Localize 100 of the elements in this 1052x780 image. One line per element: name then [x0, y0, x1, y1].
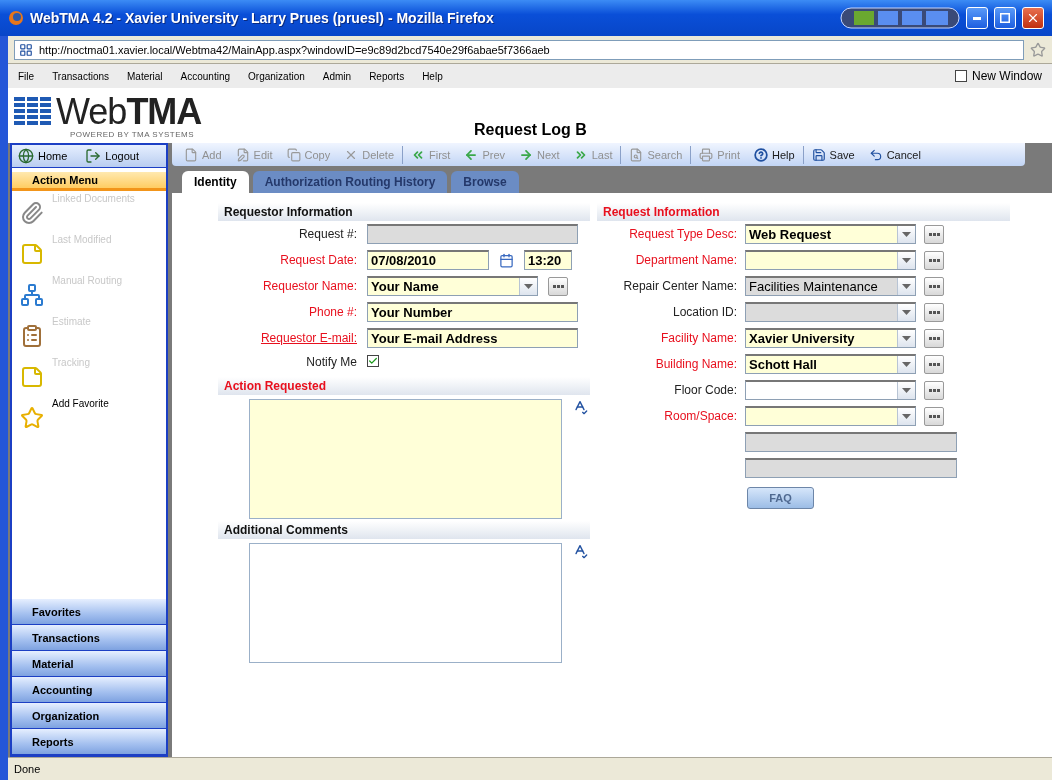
menu-item[interactable]: Material	[127, 70, 163, 82]
dropdown-field[interactable]: Schott Hall	[745, 354, 916, 374]
ellipsis-icon	[928, 388, 940, 392]
toolbar-button[interactable]: Cancel	[862, 147, 927, 162]
nav-link[interactable]: Home	[18, 148, 68, 164]
sidebar-section-button[interactable]: Reports	[12, 729, 166, 755]
star-icon	[20, 406, 44, 430]
ellipsis-icon	[928, 310, 940, 314]
sidebar-section-button[interactable]: Favorites	[12, 599, 166, 625]
status-bar: Done	[8, 757, 1052, 780]
sidebar-section-button[interactable]: Organization	[12, 703, 166, 729]
lookup-button[interactable]	[924, 276, 944, 296]
lookup-button[interactable]	[924, 250, 944, 270]
dropdown-arrow-icon[interactable]	[902, 336, 911, 341]
dropdown-arrow-icon[interactable]	[524, 284, 533, 289]
dropdown-field[interactable]	[745, 406, 916, 426]
menu-item[interactable]: Accounting	[180, 70, 231, 82]
time-field[interactable]: 13:20	[524, 250, 572, 270]
dropdown-field[interactable]: Your Name	[367, 276, 538, 296]
tab[interactable]: Identity	[182, 171, 249, 193]
page-title: Request Log B	[474, 121, 587, 139]
lookup-button[interactable]	[924, 302, 944, 322]
ellipsis-icon	[928, 258, 940, 262]
left-arrow-icon	[464, 147, 479, 162]
action-menu-header: Action Menu	[12, 172, 166, 191]
checkbox[interactable]	[367, 355, 379, 367]
field-link[interactable]: Requestor E-mail:	[218, 331, 357, 345]
field-label: Request Date:	[279, 253, 357, 267]
field-label: Requestor Name:	[261, 279, 357, 293]
field-label: Room/Space:	[663, 409, 737, 423]
input-field[interactable]: Your E-mail Address	[367, 328, 578, 348]
menu-item[interactable]: Help	[422, 70, 443, 82]
menu-item[interactable]: Admin	[322, 70, 352, 82]
dropdown-arrow-icon[interactable]	[902, 232, 911, 237]
dropdown-field[interactable]	[745, 250, 916, 270]
dropdown-arrow-icon[interactable]	[902, 362, 911, 367]
field-label: Location ID:	[671, 305, 737, 319]
dropdown-arrow-icon[interactable]	[902, 258, 911, 263]
dropdown-field[interactable]: Web Request	[745, 224, 916, 244]
toolbar-button[interactable]: Save	[805, 147, 861, 162]
field-label: Request #:	[297, 227, 357, 241]
pencil-page-icon	[235, 147, 250, 162]
right-arrow-icon	[519, 147, 534, 162]
minimize-button[interactable]	[966, 7, 988, 29]
section-header: Additional Comments	[218, 521, 590, 539]
sidebar-section-button[interactable]: Transactions	[12, 625, 166, 651]
menu-item[interactable]: Reports	[369, 70, 405, 82]
lookup-button[interactable]	[924, 354, 944, 374]
field-label: Notify Me	[305, 355, 357, 369]
undo-icon	[868, 147, 883, 162]
new-window-checkbox[interactable]	[954, 70, 967, 82]
lookup-button[interactable]	[924, 328, 944, 348]
action-menu-item[interactable]: Add Favorite	[12, 396, 166, 437]
faq-button[interactable]: FAQ	[747, 487, 814, 509]
lookup-button[interactable]	[548, 276, 568, 296]
network-icon	[20, 283, 44, 307]
address-field[interactable]: http://noctma01.xavier.local/Webtma42/MainApp.aspx?windowID=e9c89d2bcd7540e29f6abae5f7366aeb	[14, 39, 1024, 60]
ellipsis-icon	[928, 362, 940, 366]
checkbox-label: New Window	[971, 69, 1042, 83]
section-header: Requestor Information	[218, 203, 590, 221]
dropdown-arrow-icon[interactable]	[902, 388, 911, 393]
note-icon	[20, 242, 44, 266]
sidebar-section-button[interactable]: Accounting	[12, 677, 166, 703]
lookup-button[interactable]	[924, 224, 944, 244]
menu-item[interactable]: File	[18, 70, 35, 82]
bookmark-star-icon[interactable]	[1030, 41, 1046, 58]
field-label: Request Type Desc:	[628, 227, 737, 241]
maximize-button[interactable]	[994, 7, 1016, 29]
clipboard-icon	[20, 324, 44, 348]
ellipsis-icon	[928, 284, 940, 288]
section-header: Action Requested	[218, 377, 590, 395]
close-button[interactable]	[1022, 7, 1044, 29]
copy-icon	[286, 147, 301, 162]
lookup-button[interactable]	[924, 380, 944, 400]
window-title: WebTMA 4.2 - Xavier University - Larry Prues (pruesl) - Mozilla Firefox	[30, 10, 495, 26]
globe-icon	[18, 148, 34, 164]
logo-mark-icon	[14, 97, 52, 127]
sidebar-section-button[interactable]: Material	[12, 651, 166, 677]
dropdown-field[interactable]: Xavier University	[745, 328, 916, 348]
field-label: Facility Name:	[660, 331, 737, 345]
calendar-icon[interactable]	[499, 252, 514, 268]
lookup-button[interactable]	[924, 406, 944, 426]
date-field[interactable]: 07/08/2010	[367, 250, 489, 270]
minimize-icon	[973, 16, 981, 20]
search-icon	[629, 147, 644, 162]
ellipsis-icon	[928, 414, 940, 418]
dropdown-arrow-icon[interactable]	[902, 414, 911, 419]
page-icon	[184, 147, 198, 162]
ellipsis-icon	[928, 232, 940, 236]
field-label: Building Name:	[654, 357, 737, 371]
input-field[interactable]: Your Number	[367, 302, 578, 322]
page-icon	[19, 42, 33, 57]
menu-item[interactable]: Organization	[248, 70, 305, 82]
spell-check-icon[interactable]	[572, 543, 588, 559]
nav-link[interactable]: Logout	[85, 148, 139, 164]
menu-item[interactable]: Transactions	[52, 70, 109, 82]
logo-tagline: POWERED BY TMA SYSTEMS	[70, 130, 195, 139]
toolbar-button[interactable]: Help	[747, 147, 801, 162]
dropdown-field[interactable]	[745, 380, 916, 400]
spell-check-icon[interactable]	[572, 399, 588, 415]
